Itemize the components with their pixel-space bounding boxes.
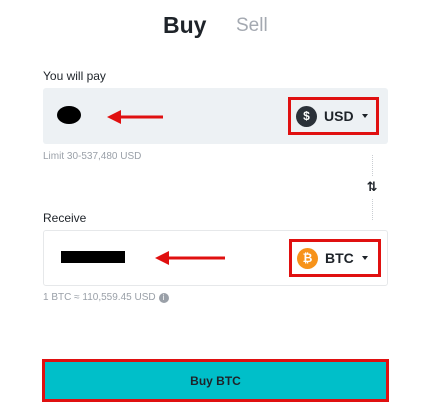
receive-currency-label: BTC	[325, 250, 354, 266]
receive-currency-select[interactable]: ₿ BTC	[289, 239, 381, 277]
swap-icon[interactable]: ⇅	[361, 176, 383, 198]
dollar-coin-icon: $	[296, 105, 317, 127]
pay-currency-label: USD	[324, 108, 354, 124]
bitcoin-coin-icon: ₿	[297, 247, 318, 269]
buy-btc-button[interactable]: Buy BTC	[42, 359, 389, 402]
arrow-annotation-pay	[107, 110, 163, 124]
redacted-pay-amount	[57, 106, 81, 124]
tab-sell[interactable]: Sell	[236, 15, 268, 37]
chevron-down-icon	[361, 114, 368, 118]
tab-buy[interactable]: Buy	[163, 12, 206, 39]
pay-label: You will pay	[43, 69, 106, 83]
chevron-down-icon	[361, 256, 368, 260]
arrow-annotation-receive	[155, 251, 225, 265]
exchange-rate: 1 BTC ≈ 110,559.45 USD i	[43, 292, 169, 303]
exchange-rate-text: 1 BTC ≈ 110,559.45 USD	[43, 292, 156, 303]
receive-label: Receive	[43, 211, 87, 225]
buy-sell-tabs: Buy Sell	[0, 10, 433, 44]
info-icon[interactable]: i	[158, 292, 169, 303]
redacted-receive-amount	[61, 251, 125, 263]
pay-currency-select[interactable]: $ USD	[288, 97, 379, 135]
pay-limit-text: Limit 30-537,480 USD	[43, 151, 142, 162]
